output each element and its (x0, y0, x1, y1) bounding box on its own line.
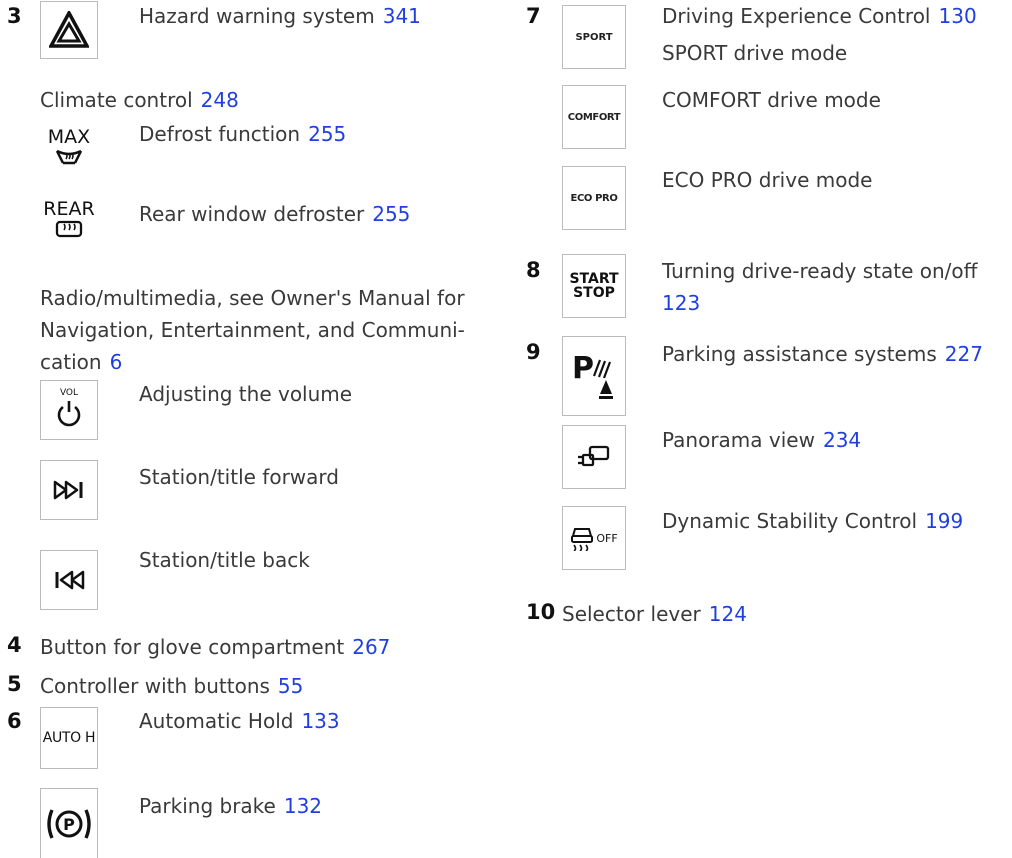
panorama-view-icon (562, 425, 626, 489)
parking-brake-page-link[interactable]: 132 (284, 794, 322, 818)
item-number-4: 4 (7, 633, 22, 657)
station-back-label: Station/title back (139, 548, 310, 572)
rear-defroster-label: Rear window defroster (139, 202, 365, 226)
parking-assist-label: Parking assistance systems (662, 342, 937, 366)
sport-mode-label: SPORT drive mode (662, 41, 848, 65)
auto-hold-entry: Automatic Hold 133 (139, 705, 340, 737)
rear-defroster-page-link[interactable]: 255 (372, 202, 410, 226)
panorama-view-label: Panorama view (662, 428, 815, 452)
controller-entry: Controller with buttons 55 (40, 670, 303, 702)
hazard-warning-icon (40, 1, 98, 59)
dsc-off-label: OFF (596, 531, 618, 545)
skip-forward-icon (40, 460, 98, 520)
controller-label: Controller with buttons (40, 674, 270, 698)
item-number-8: 8 (526, 258, 541, 282)
drive-ready-page-link[interactable]: 123 (662, 291, 700, 315)
comfort-mode-icon: COMFORT (562, 85, 626, 149)
selector-lever-entry: Selector lever 124 (562, 598, 747, 630)
eco-pro-icon-label: ECO PRO (570, 192, 618, 204)
radio-multimedia-entry: Radio/multimedia, see Owner's Manual for… (40, 282, 465, 378)
item-number-9: 9 (526, 340, 541, 364)
item-number-10: 10 (526, 600, 556, 624)
item-number-7: 7 (526, 4, 541, 28)
stop-icon-label: STOP (573, 285, 615, 301)
selector-lever-page-link[interactable]: 124 (709, 602, 747, 626)
defrost-entry: Defrost function 255 (139, 118, 346, 150)
start-icon-label: START (569, 271, 619, 287)
driving-experience-page-link[interactable]: 130 (939, 4, 977, 28)
item-number-3: 3 (7, 4, 22, 28)
svg-text:P: P (63, 815, 75, 834)
controller-page-link[interactable]: 55 (278, 674, 303, 698)
dsc-page-link[interactable]: 199 (925, 509, 963, 533)
eco-pro-mode-label: ECO PRO drive mode (662, 168, 873, 192)
parking-brake-icon: P (40, 788, 98, 858)
station-forward-label: Station/title forward (139, 465, 339, 489)
parking-brake-entry: Parking brake 132 (139, 790, 322, 822)
panorama-view-page-link[interactable]: 234 (823, 428, 861, 452)
radio-line-3: cation (40, 350, 102, 374)
hazard-warning-entry: Hazard warning system 341 (139, 0, 421, 32)
volume-label: Adjusting the volume (139, 382, 353, 406)
climate-control-entry: Climate control 248 (40, 84, 239, 116)
parking-assist-page-link[interactable]: 227 (945, 342, 983, 366)
radio-line-1: Radio/multimedia, see Owner's Manual for (40, 286, 465, 310)
rear-defroster-entry: Rear window defroster 255 (139, 198, 410, 230)
selector-lever-label: Selector lever (562, 602, 701, 626)
auto-hold-label: Automatic Hold (139, 709, 294, 733)
hazard-warning-label: Hazard warning system (139, 4, 375, 28)
rear-defroster-label-icon: REAR (43, 198, 95, 220)
auto-hold-icon: AUTO H (40, 707, 98, 769)
defrost-max-icon: MAX (40, 122, 98, 182)
comfort-icon-label: COMFORT (567, 111, 621, 123)
parking-assist-icon: P (562, 336, 626, 416)
drive-ready-entry: Turning drive-ready state on/off 123 (662, 255, 977, 319)
sport-mode-icon: SPORT (562, 5, 626, 69)
panorama-view-entry: Panorama view 234 (662, 424, 861, 456)
defrost-max-label: MAX (47, 126, 91, 148)
comfort-mode-label: COMFORT drive mode (662, 88, 881, 112)
auto-hold-page-link[interactable]: 133 (301, 709, 339, 733)
start-stop-icon: START STOP (562, 254, 626, 318)
glove-compartment-label: Button for glove compartment (40, 635, 345, 659)
radio-page-link[interactable]: 6 (110, 350, 123, 374)
parking-brake-label: Parking brake (139, 794, 276, 818)
dsc-entry: Dynamic Stability Control 199 (662, 505, 963, 537)
dsc-label: Dynamic Stability Control (662, 509, 918, 533)
skip-back-icon (40, 550, 98, 610)
sport-icon-label: SPORT (575, 31, 613, 43)
defrost-page-link[interactable]: 255 (308, 122, 346, 146)
auto-hold-icon-label: AUTO H (42, 730, 96, 746)
volume-power-icon: VOL (40, 380, 98, 440)
climate-control-page-link[interactable]: 248 (201, 88, 239, 112)
climate-control-label: Climate control (40, 88, 193, 112)
drive-ready-label: Turning drive-ready state on/off (662, 259, 978, 283)
driving-experience-entry: Driving Experience Control 130 (662, 0, 977, 32)
driving-experience-label: Driving Experience Control (662, 4, 931, 28)
parking-assist-entry: Parking assistance systems 227 (662, 338, 983, 370)
defrost-label: Defrost function (139, 122, 301, 146)
dsc-off-icon: OFF (562, 506, 626, 570)
radio-line-2: Navigation, Entertainment, and Communi- (40, 318, 465, 342)
volume-icon-label: VOL (59, 388, 79, 398)
item-number-6: 6 (7, 709, 22, 733)
glove-compartment-entry: Button for glove compartment 267 (40, 631, 390, 663)
eco-pro-mode-icon: ECO PRO (562, 166, 626, 230)
rear-defroster-icon: REAR (40, 196, 98, 256)
hazard-warning-page-link[interactable]: 341 (383, 4, 421, 28)
svg-text:P: P (572, 351, 594, 386)
glove-compartment-page-link[interactable]: 267 (352, 635, 390, 659)
item-number-5: 5 (7, 672, 22, 696)
